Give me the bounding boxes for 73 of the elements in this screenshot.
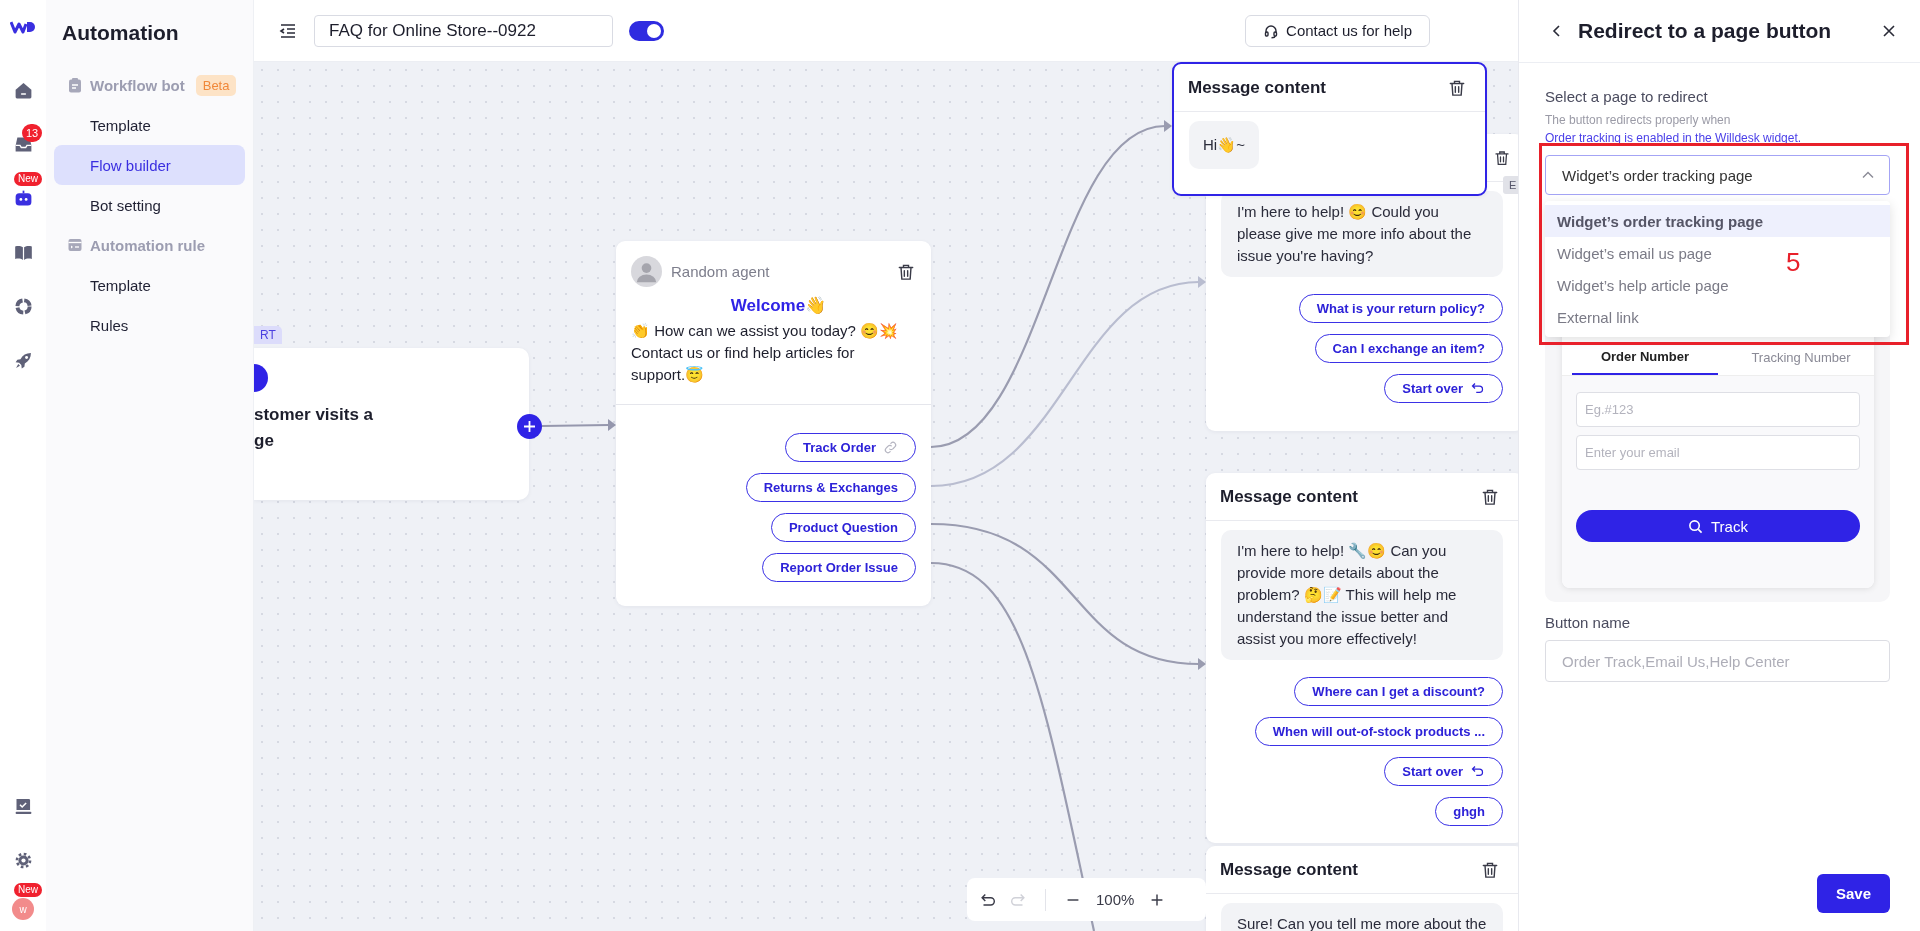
restart-button[interactable]: Start over xyxy=(1384,374,1503,403)
window-icon xyxy=(67,237,83,253)
help-button[interactable]: Contact us for help xyxy=(1245,14,1430,47)
input-field[interactable]: Eg.#123 xyxy=(1576,392,1860,427)
sidebar-item[interactable]: Rules xyxy=(54,305,245,345)
card-title: Message content xyxy=(1220,859,1358,880)
section-title: Automation xyxy=(61,19,180,46)
link-button[interactable]: Track Order xyxy=(785,433,916,462)
sidebar-item[interactable]: Template xyxy=(54,265,245,305)
field-label: Button name xyxy=(1545,614,1632,631)
message-card[interactable]: Message content Hi👋~ xyxy=(1172,62,1487,196)
card-title: Message content xyxy=(1188,77,1326,98)
sidebar-item[interactable]: Template xyxy=(54,105,245,145)
notification-badge: 13 xyxy=(22,124,43,142)
node-tag: RT xyxy=(254,326,282,344)
zoom-level: 100% xyxy=(1096,891,1135,908)
reply-button[interactable]: What is your return policy? xyxy=(1298,294,1503,323)
trigger-card[interactable] xyxy=(254,348,529,500)
logo-icon[interactable] xyxy=(10,19,36,35)
reply-button[interactable]: Returns & Exchanges xyxy=(745,473,916,502)
link-icon xyxy=(883,440,898,455)
add-button[interactable] xyxy=(517,414,542,439)
panel-title: Redirect to a page button xyxy=(1578,19,1833,43)
reply-button[interactable]: When will out-of-stock products ... xyxy=(1254,717,1503,746)
search-icon xyxy=(1688,518,1703,534)
reply-button[interactable]: ghgh xyxy=(1435,797,1503,826)
delete-icon[interactable] xyxy=(1493,148,1511,167)
preview-tab[interactable]: Tracking Number xyxy=(1728,340,1874,375)
chart-icon[interactable] xyxy=(12,295,34,317)
sidebar-item[interactable]: Flow builder xyxy=(54,145,245,185)
agent-name: Random agent xyxy=(671,263,771,280)
message-bubble: Hi👋~ xyxy=(1189,121,1259,169)
input-field[interactable]: Enter your email xyxy=(1576,435,1860,470)
dropdown-option[interactable]: Widget’s help article page xyxy=(1545,269,1741,301)
notification-badge: New xyxy=(14,172,42,186)
group-label: Workflow bot xyxy=(90,76,185,94)
message-heading: Welcome👋 xyxy=(729,295,828,316)
return-icon xyxy=(1470,764,1485,779)
dropdown-option[interactable]: Widget’s email us page xyxy=(1545,237,1724,269)
reply-button[interactable]: Where can I get a discount? xyxy=(1294,677,1503,706)
reply-button[interactable]: Report Order Issue xyxy=(762,553,916,582)
button-name-field[interactable]: Order Track,Email Us,Help Center xyxy=(1545,640,1890,682)
dropdown-option[interactable]: Widget’s order tracking page xyxy=(1545,205,1890,237)
card-tag: E xyxy=(1503,176,1518,194)
message-card[interactable] xyxy=(1206,473,1518,843)
clipboard-icon xyxy=(67,77,83,93)
card-title: Message content xyxy=(1220,486,1358,507)
headset-icon xyxy=(1263,22,1280,39)
avatar-icon xyxy=(631,256,662,287)
annotation-number: 5 xyxy=(1786,247,1801,278)
message-text: 👏 How can we assist you today? 😊💥 Contact us or find help articles for support.😇 xyxy=(631,321,900,385)
notification-badge: New xyxy=(14,883,42,897)
page-select[interactable]: Widget’s order tracking page xyxy=(1545,155,1890,195)
beta-tag: Beta xyxy=(195,74,237,96)
sidebar-item[interactable]: Bot setting xyxy=(54,185,245,225)
node-title: stomer visits a xyxy=(254,404,374,426)
save-button[interactable]: Save xyxy=(1817,874,1890,913)
plus-icon xyxy=(523,420,536,433)
message-card[interactable]: Random agent Welcome👋 👏 How can we assist you today? 😊💥 Contact us or find help articles for support.😇 Track Order Returns & Exchanges Product Question Report Order Issue xyxy=(616,241,931,606)
reply-button[interactable]: Product Question xyxy=(770,513,916,542)
track-button[interactable]: Track xyxy=(1576,510,1860,542)
node-title: ge xyxy=(254,430,275,452)
reply-button[interactable]: Can I exchange an item? xyxy=(1314,334,1503,363)
dropdown-option[interactable]: External link xyxy=(1545,301,1651,333)
field-label: Select a page to redirect xyxy=(1545,88,1709,105)
enable-toggle[interactable] xyxy=(629,20,664,41)
message-bubble: I'm here to help! 🔧😊 Can you provide more details about the problem? 🤔📝 This will help me understand the issue better and assist you more effectively! xyxy=(1221,530,1503,660)
group-label: Automation rule xyxy=(90,236,205,254)
flow-name-field[interactable]: FAQ for Online Store--0922 xyxy=(314,14,613,47)
message-bubble: I'm here to help! 😊 Could you please give me more info about the issue you're having? xyxy=(1221,191,1503,277)
restart-button[interactable]: Start over xyxy=(1384,757,1503,786)
return-icon xyxy=(1470,381,1485,396)
close-icon[interactable] xyxy=(1882,24,1896,38)
